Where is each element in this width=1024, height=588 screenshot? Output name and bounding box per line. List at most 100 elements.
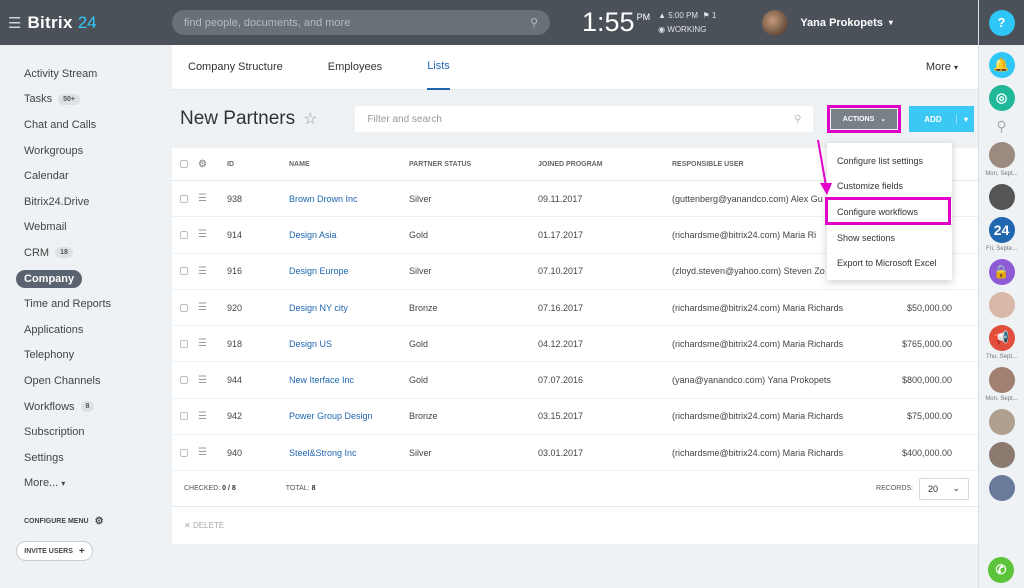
alarm-icon: ▲ [658,10,666,20]
row-name-link[interactable]: New Iterface Inc [289,375,409,385]
sidebar-item-settings[interactable]: Settings [0,445,172,471]
invite-users-button[interactable]: INVITE USERS + [16,541,93,562]
bell-icon[interactable]: 🔔 [988,52,1015,78]
add-button[interactable]: ADD ▾ [909,106,975,132]
row-checkbox[interactable] [180,339,188,348]
delete-button[interactable]: ✕ DELETE [172,507,978,544]
row-checkbox[interactable] [180,267,188,276]
row-name-link[interactable]: Steel&Strong Inc [289,448,409,458]
row-checkbox[interactable] [180,230,188,239]
chat-icon[interactable]: ◎ [988,85,1015,111]
contact-avatar[interactable] [988,475,1015,501]
actions-button[interactable]: ACTIONS ⌄ [831,109,898,129]
row-checkbox[interactable] [180,303,188,312]
row-menu-icon[interactable]: ☰ [198,229,227,240]
row-checkbox[interactable] [180,448,188,457]
sidebar-item-subscription[interactable]: Subscription [0,419,172,445]
header-joined[interactable]: JOINED PROGRAM [538,161,672,168]
row-checkbox[interactable] [180,376,188,385]
table-footer: CHECKED: 0 / 8 TOTAL: 8 RECORDS: 20 ⌄ [172,471,978,508]
row-menu-icon[interactable]: ☰ [198,447,227,458]
chevron-down-icon: ▾ [61,478,66,488]
tab-company-structure[interactable]: Company Structure [188,45,283,90]
workflows-badge: 8 [80,401,95,413]
flag-count: 1 [711,10,717,20]
sidebar-item-more[interactable]: More... ▾ [0,471,172,497]
page-header: New Partners ☆ Filter and search ⚲ ACTIO… [172,90,978,148]
tab-lists[interactable]: Lists [427,45,450,90]
row-menu-icon[interactable]: ☰ [198,266,227,277]
filter-placeholder: Filter and search [367,113,442,125]
sidebar-item-tasks[interactable]: Tasks 50+ [0,87,172,113]
lock-icon[interactable]: 🔒 [988,259,1015,285]
sidebar-item-applications[interactable]: Applications [0,317,172,343]
menu-icon[interactable]: ☰ [8,14,21,32]
sidebar-item-activity-stream[interactable]: Activity Stream [0,61,172,87]
sidebar-item-crm[interactable]: CRM 18 [0,240,172,266]
select-all-checkbox[interactable] [180,160,188,168]
sidebar-item-chat[interactable]: Chat and Calls [0,112,172,138]
sidebar-item-workgroups[interactable]: Workgroups [0,138,172,164]
header-status[interactable]: PARTNER STATUS [409,161,538,168]
row-checkbox[interactable] [180,194,188,203]
global-search-input[interactable]: find people, documents, and more ⚲ [172,10,550,35]
records-per-page-select[interactable]: 20 ⌄ [919,477,969,500]
sidebar-item-drive[interactable]: Bitrix24.Drive [0,189,172,215]
sidebar-item-open-channels[interactable]: Open Channels [0,368,172,394]
more-tabs-button[interactable]: More ▾ [926,61,958,73]
chevron-down-icon[interactable]: ▾ [956,114,974,124]
logo[interactable]: ☰ Bitrix 24 [0,13,172,33]
row-checkbox[interactable] [180,412,188,421]
sidebar-item-time-reports[interactable]: Time and Reports [0,291,172,317]
menu-item-configure-list[interactable]: Configure list settings [827,148,952,174]
row-name-link[interactable]: Design Asia [289,230,409,240]
menu-item-show-sections[interactable]: Show sections [827,225,952,251]
sidebar-item-webmail[interactable]: Webmail [0,215,172,241]
sidebar-item-calendar[interactable]: Calendar [0,163,172,189]
menu-item-customize-fields[interactable]: Customize fields [827,174,952,200]
help-icon[interactable]: ? [988,9,1015,36]
row-menu-icon[interactable]: ☰ [198,302,227,313]
row-name-link[interactable]: Design NY city [289,303,409,313]
contact-avatar[interactable] [988,142,1015,168]
sidebar-item-company[interactable]: Company [0,266,172,292]
contact-avatar[interactable] [988,292,1015,318]
checked-value: 0 / 8 [222,485,236,493]
contact-avatar[interactable] [988,184,1015,210]
phone-icon[interactable]: ✆ [988,557,1014,583]
tab-employees[interactable]: Employees [328,45,382,90]
gear-icon[interactable]: ⚙ [198,159,227,170]
status-icon: ◉ [658,24,666,34]
contact-avatar[interactable] [988,367,1015,393]
contact-avatar[interactable] [988,442,1015,468]
row-menu-icon[interactable]: ☰ [198,411,227,422]
flag-icon: ⚑ [702,10,710,20]
row-name-link[interactable]: Design US [289,339,409,349]
row-menu-icon[interactable]: ☰ [198,193,227,204]
chevron-down-icon: ▾ [888,18,893,27]
header-id[interactable]: ID [227,161,289,168]
row-menu-icon[interactable]: ☰ [198,375,227,386]
contact-date: Thu, Sept... [985,354,1018,360]
header-name[interactable]: NAME [289,161,409,168]
search-icon[interactable]: ⚲ [996,118,1006,135]
row-name-link[interactable]: Power Group Design [289,411,409,421]
clock[interactable]: 1:55 PM [582,7,650,38]
megaphone-icon[interactable]: 📢 [988,325,1015,351]
row-name-link[interactable]: Brown Drown Inc [289,194,409,204]
contact-date: Mon, Sept... [985,396,1018,402]
row-name-link[interactable]: Design Europe [289,266,409,276]
user-menu[interactable]: Yana Prokopets ▾ [762,9,893,36]
configure-menu-button[interactable]: CONFIGURE MENU ⚙ [0,516,172,527]
table-row: ☰ 920 Design NY city Bronze 07.16.2017 (richa… [172,290,978,327]
menu-item-export-excel[interactable]: Export to Microsoft Excel [827,250,952,276]
row-menu-icon[interactable]: ☰ [198,338,227,349]
table-row: ☰ 944 New Iterface Inc Gold 07.07.2016 (yana@… [172,362,978,399]
calendar-icon[interactable]: 24 [988,217,1015,243]
filter-search-input[interactable]: Filter and search ⚲ [355,106,814,132]
sidebar-item-workflows[interactable]: Workflows 8 [0,394,172,420]
work-day-info[interactable]: ▲ 5:00 PM ⚑ 1 ◉ WORKING [658,9,716,37]
contact-avatar[interactable] [988,409,1015,435]
sidebar-item-telephony[interactable]: Telephony [0,343,172,369]
star-icon[interactable]: ☆ [303,109,317,129]
